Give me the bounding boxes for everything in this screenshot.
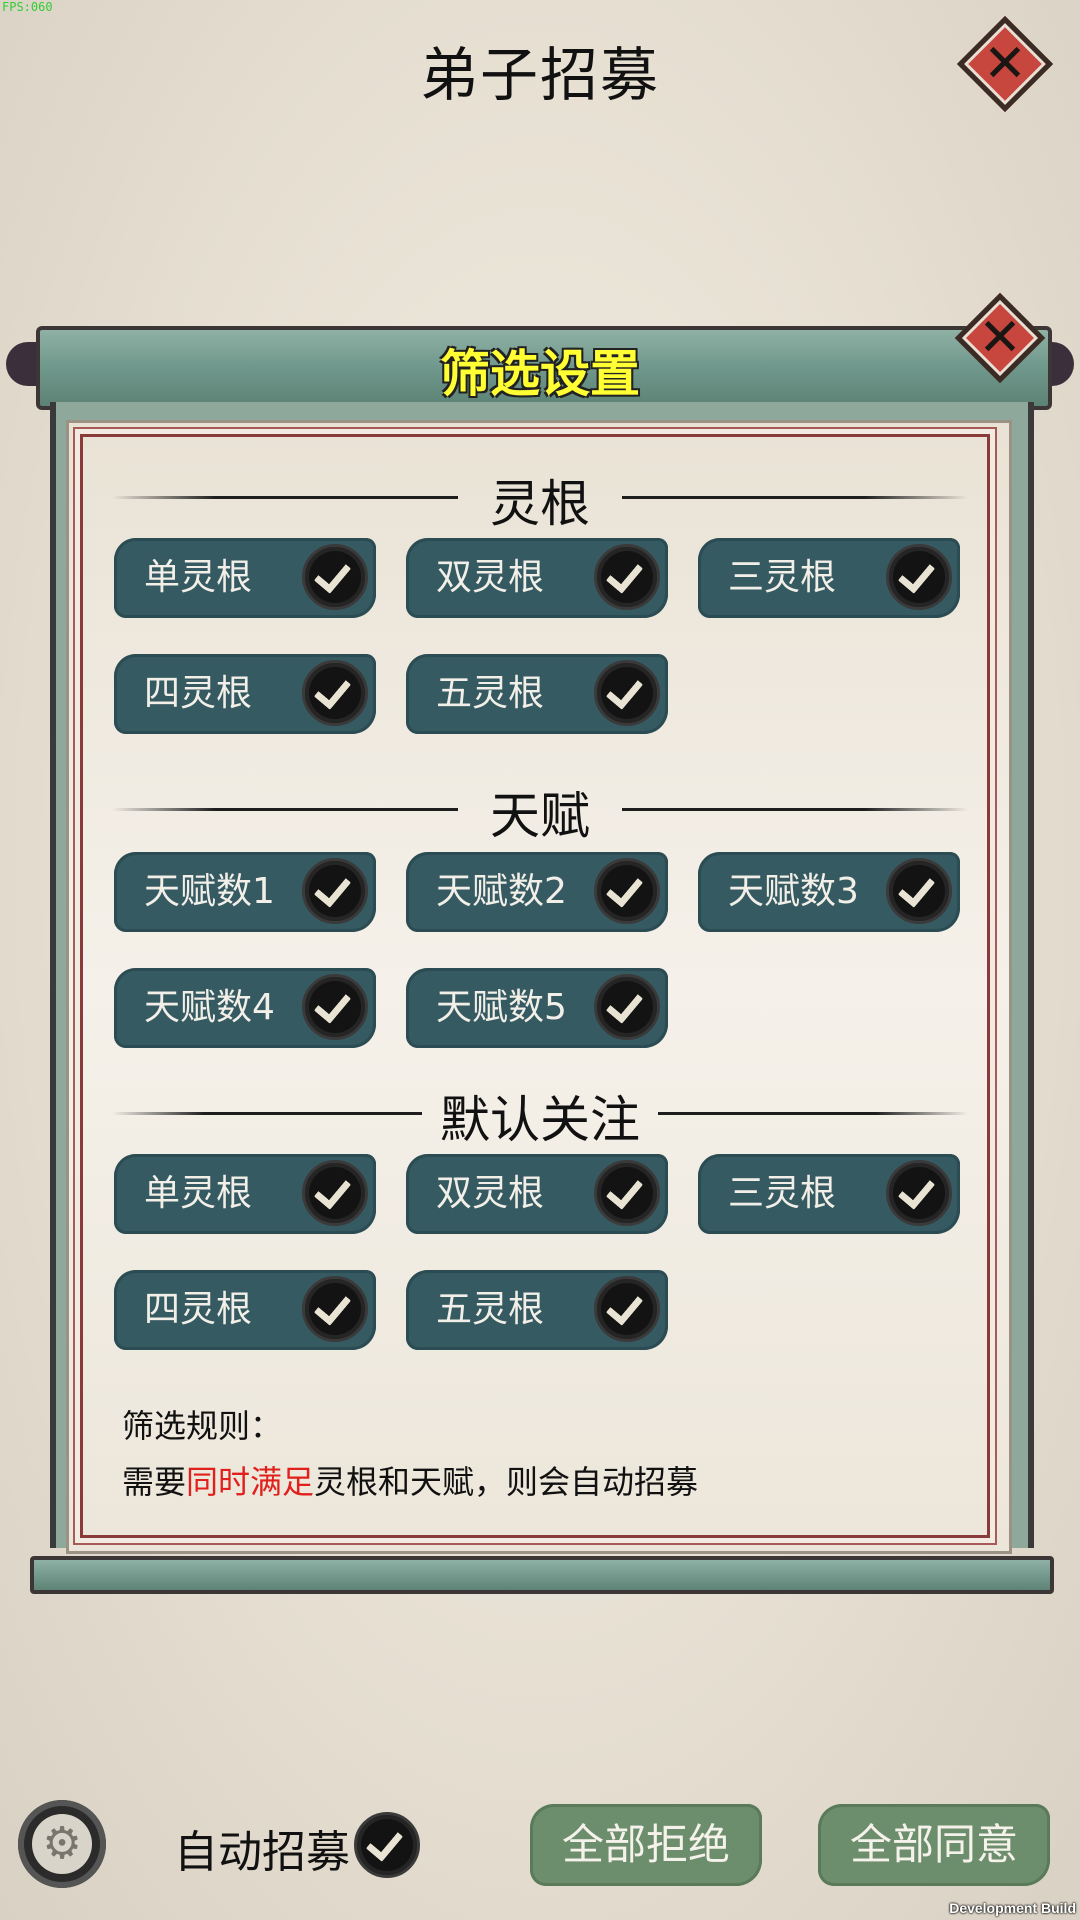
follow-option-root-double[interactable]: 双灵根 [406,1154,668,1234]
rules-heading: 筛选规则： [122,1407,283,1445]
filter-option-root-triple[interactable]: 三灵根 [698,538,960,618]
checkmark-icon [594,544,660,610]
follow-option-root-single[interactable]: 单灵根 [114,1154,376,1234]
filter-option-talent-5[interactable]: 天赋数5 [406,968,668,1048]
option-label: 双灵根 [436,557,545,598]
follow-option-root-triple[interactable]: 三灵根 [698,1154,960,1234]
reject-all-button[interactable]: 全部拒绝 [530,1804,762,1886]
option-label: 天赋数4 [144,987,275,1028]
checkmark-icon [594,1160,660,1226]
rules-suffix: 灵根和天赋，则会自动招募 [314,1463,699,1501]
option-label: 天赋数1 [144,871,275,912]
rules-prefix: 需要 [122,1463,187,1501]
filter-option-talent-4[interactable]: 天赋数4 [114,968,376,1048]
rules-highlight: 同时满足 [186,1463,315,1501]
panel-title: 筛选设置 [440,345,640,403]
checkmark-icon [354,1812,420,1878]
option-label: 三灵根 [728,557,837,598]
follow-option-root-penta[interactable]: 五灵根 [406,1270,668,1350]
filter-option-talent-3[interactable]: 天赋数3 [698,852,960,932]
checkmark-icon [302,858,368,924]
fps-counter: FPS:060 [2,0,53,14]
checkmark-icon [594,974,660,1040]
option-label: 四灵根 [144,1289,253,1330]
option-label: 五灵根 [436,1289,545,1330]
rules-text: 需要同时满足灵根和天赋，则会自动招募 [122,1454,698,1510]
section-title-default-follow: 默认关注 [440,1091,640,1149]
checkmark-icon [302,1276,368,1342]
filter-option-talent-1[interactable]: 天赋数1 [114,852,376,932]
filter-rules: 筛选规则： 需要同时满足灵根和天赋，则会自动招募 [122,1398,698,1510]
checkmark-icon [302,1160,368,1226]
checkmark-icon [594,660,660,726]
checkmark-icon [886,1160,952,1226]
follow-option-root-quad[interactable]: 四灵根 [114,1270,376,1350]
option-label: 单灵根 [144,1173,253,1214]
accept-all-button[interactable]: 全部同意 [818,1804,1050,1886]
checkmark-icon [302,544,368,610]
checkmark-icon [594,1276,660,1342]
gear-icon: ⚙ [32,1814,92,1874]
close-icon: ✕ [983,34,1027,94]
checkmark-icon [302,660,368,726]
filter-option-talent-2[interactable]: 天赋数2 [406,852,668,932]
scroll-bottom-rod [30,1556,1054,1594]
development-build-label: Development Build [949,1900,1076,1916]
option-label: 三灵根 [728,1173,837,1214]
checkmark-icon [594,858,660,924]
option-label: 天赋数5 [436,987,567,1028]
section-title-talent: 天赋 [490,787,590,845]
option-label: 天赋数2 [436,871,567,912]
checkmark-icon [302,974,368,1040]
settings-button[interactable]: ⚙ [18,1800,106,1888]
filter-option-root-single[interactable]: 单灵根 [114,538,376,618]
option-label: 四灵根 [144,673,253,714]
option-label: 天赋数3 [728,871,859,912]
option-label: 单灵根 [144,557,253,598]
option-label: 五灵根 [436,673,545,714]
auto-recruit-checkbox[interactable] [354,1812,420,1878]
filter-option-root-double[interactable]: 双灵根 [406,538,668,618]
checkmark-icon [886,544,952,610]
checkmark-icon [886,858,952,924]
page-title: 弟子招募 [419,41,660,109]
auto-recruit-label: 自动招募 [174,1827,350,1878]
section-title-root: 灵根 [490,475,590,533]
close-icon: ✕ [978,308,1022,368]
option-label: 双灵根 [436,1173,545,1214]
filter-option-root-quad[interactable]: 四灵根 [114,654,376,734]
filter-option-root-penta[interactable]: 五灵根 [406,654,668,734]
